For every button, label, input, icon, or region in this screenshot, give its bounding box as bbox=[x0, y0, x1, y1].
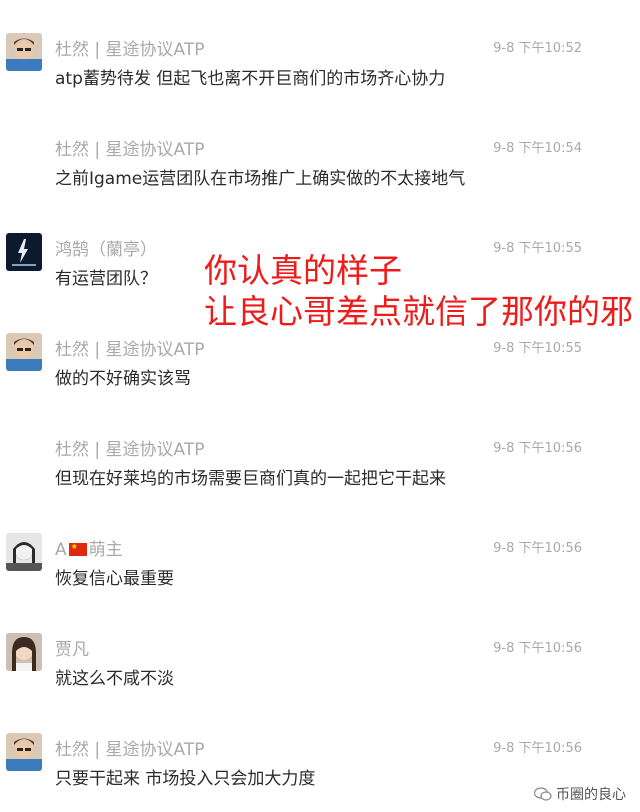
watermark: 币圈的良心 bbox=[533, 784, 626, 804]
message-time: 9-8 下午10:56 bbox=[493, 541, 582, 556]
message-time: 9-8 下午10:56 bbox=[493, 441, 582, 456]
avatar[interactable] bbox=[6, 533, 42, 571]
chat-message: 贾凡 9-8 下午10:56 就这么不咸不淡 bbox=[0, 600, 640, 700]
chat-message: 杜然 | 星途协议ATP 9-8 下午10:56 但现在好莱坞的市场需要巨商们真… bbox=[0, 400, 640, 500]
message-time: 9-8 下午10:56 bbox=[493, 641, 582, 656]
wechat-icon bbox=[533, 787, 552, 803]
avatar[interactable] bbox=[6, 333, 42, 371]
sender-name[interactable]: 杜然 | 星途协议ATP bbox=[55, 735, 204, 760]
message-text: 就这么不咸不淡 bbox=[55, 669, 174, 689]
overlay-line-1: 你认真的样子 bbox=[204, 251, 402, 290]
avatar[interactable] bbox=[6, 33, 42, 71]
message-text: 做的不好确实该骂 bbox=[55, 369, 191, 389]
sender-prefix: A bbox=[55, 540, 67, 560]
message-time: 9-8 下午10:56 bbox=[493, 741, 582, 756]
chat-message: A 萌主 9-8 下午10:56 恢复信心最重要 bbox=[0, 500, 640, 600]
chat-message: 杜然 | 星途协议ATP 9-8 下午10:52 atp蓄势待发 但起飞也离不开… bbox=[0, 0, 640, 100]
sender-name[interactable]: 贾凡 bbox=[55, 635, 89, 660]
message-time: 9-8 下午10:54 bbox=[493, 141, 582, 156]
message-text: 之前Igame运营团队在市场推广上确实做的不太接地气 bbox=[55, 169, 466, 189]
overlay-caption: 你认真的样子 让良心哥差点就信了那你的邪 bbox=[204, 250, 633, 332]
sender-name[interactable]: 杜然 | 星途协议ATP bbox=[55, 335, 204, 360]
sender-name[interactable]: 鸿鹄（蘭亭） bbox=[55, 235, 157, 260]
message-text: 只要干起来 市场投入只会加大力度 bbox=[55, 769, 316, 789]
sender-name[interactable]: 杜然 | 星途协议ATP bbox=[55, 435, 204, 460]
message-time: 9-8 下午10:52 bbox=[493, 41, 582, 56]
message-text: atp蓄势待发 但起飞也离不开巨商们的市场齐心协力 bbox=[55, 69, 446, 89]
watermark-text: 币圈的良心 bbox=[556, 787, 626, 803]
chat-message: 杜然 | 星途协议ATP 9-8 下午10:54 之前Igame运营团队在市场推… bbox=[0, 100, 640, 200]
message-text: 有运营团队？ bbox=[55, 269, 157, 289]
sender-name[interactable]: 杜然 | 星途协议ATP bbox=[55, 35, 204, 60]
avatar[interactable] bbox=[6, 233, 42, 271]
sender-name[interactable]: A 萌主 bbox=[55, 535, 123, 560]
china-flag-icon bbox=[68, 543, 87, 556]
message-text: 恢复信心最重要 bbox=[55, 569, 174, 589]
sender-nickname: 萌主 bbox=[88, 540, 123, 560]
sender-name[interactable]: 杜然 | 星途协议ATP bbox=[55, 135, 204, 160]
message-time: 9-8 下午10:55 bbox=[493, 341, 582, 356]
message-text: 但现在好莱坞的市场需要巨商们真的一起把它干起来 bbox=[55, 469, 446, 489]
avatar[interactable] bbox=[6, 733, 42, 771]
avatar[interactable] bbox=[6, 633, 42, 671]
overlay-line-2: 让良心哥差点就信了那你的邪 bbox=[204, 292, 633, 331]
